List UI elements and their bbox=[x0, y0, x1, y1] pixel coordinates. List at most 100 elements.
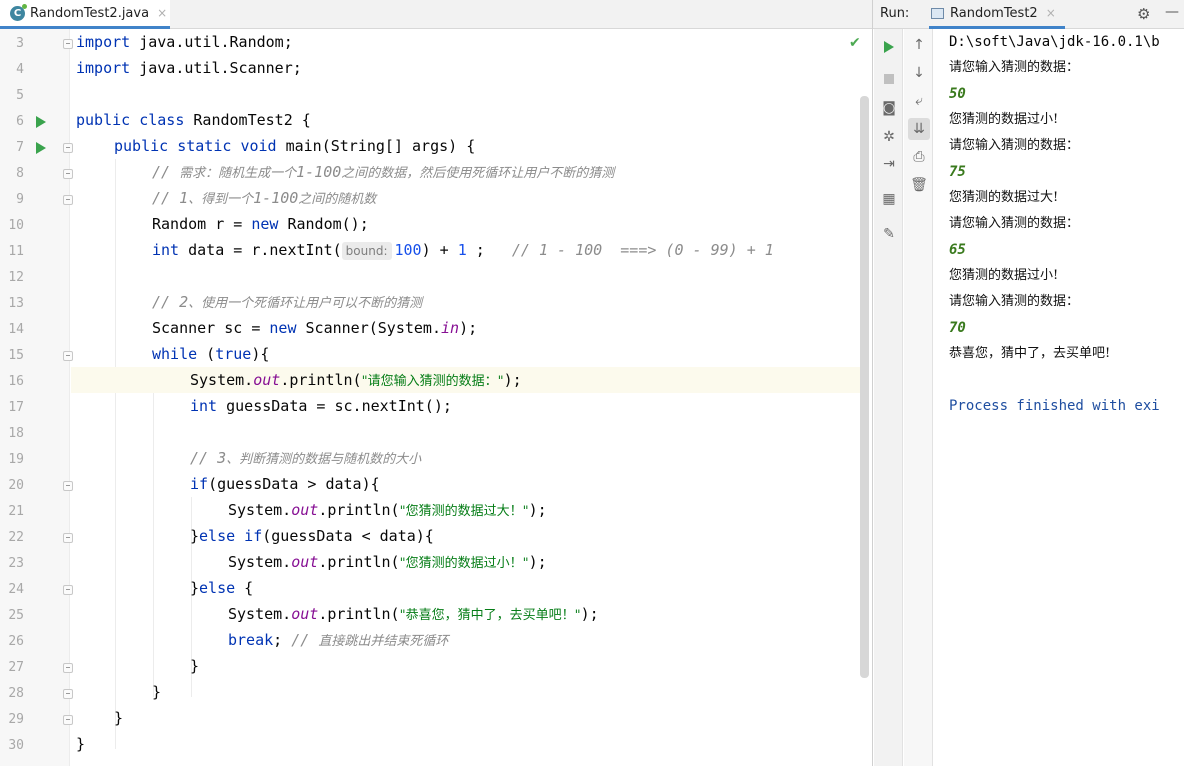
code-line-10: Random r = new Random(); bbox=[152, 215, 369, 233]
line-number-gutter[interactable]: 3 4 5 6 7 8 9 10 11 12 13 14 15 16 17 18 19 20 21 22 23 24 25 2… bbox=[0, 29, 73, 766]
code-line-11: int data = r.nextInt(bound: 100) + 1 ; //… bbox=[152, 241, 774, 260]
console-line-cn: 请您输入猜测的数据： bbox=[949, 294, 1080, 309]
inspection-ok-icon[interactable]: ✔ bbox=[849, 35, 861, 51]
play-icon bbox=[884, 41, 894, 53]
layout-button[interactable]: ▦ bbox=[878, 188, 900, 210]
editor-scrollbar[interactable] bbox=[860, 96, 869, 678]
console-line-cn: 请您输入猜测的数据： bbox=[949, 216, 1080, 231]
console-icon bbox=[931, 7, 944, 19]
line-number: 19 bbox=[8, 452, 24, 467]
stop-button[interactable] bbox=[878, 68, 900, 90]
file-tab-label: RandomTest2.java bbox=[30, 5, 150, 21]
scroll-to-end-button[interactable]: ⇊ bbox=[908, 118, 930, 140]
arrow-up-icon: ↑ bbox=[913, 37, 925, 53]
run-header: Run: RandomTest2 × ⚙ — bbox=[873, 0, 1184, 29]
parameter-hint: bound: bbox=[341, 242, 392, 260]
console-line-cn: 恭喜您，猜中了，去买单吧! bbox=[949, 346, 1111, 361]
line-number: 8 bbox=[16, 166, 24, 181]
scroll-to-end-icon: ⇊ bbox=[913, 121, 925, 137]
printer-icon: ⎙ bbox=[913, 149, 925, 165]
run-tab-randomtest2[interactable]: RandomTest2 × bbox=[929, 0, 1065, 29]
line-number: 6 bbox=[16, 114, 24, 129]
exit-button[interactable]: ⇥ bbox=[878, 153, 900, 175]
run-tab-label: RandomTest2 bbox=[950, 5, 1038, 21]
code-line-3: import java.util.Random; bbox=[76, 33, 293, 51]
console-line-finished: Process finished with exi bbox=[949, 398, 1160, 414]
line-number: 30 bbox=[8, 738, 24, 753]
line-number: 18 bbox=[8, 426, 24, 441]
line-number: 10 bbox=[8, 218, 24, 233]
print-button[interactable]: ⎙ bbox=[908, 146, 930, 168]
line-number: 13 bbox=[8, 296, 24, 311]
line-number: 28 bbox=[8, 686, 24, 701]
code-line-8: // 需求：随机生成一个1-100之间的数据，然后使用死循环让用户不断的猜测 bbox=[152, 163, 615, 181]
code-line-29: } bbox=[114, 709, 124, 727]
line-number: 17 bbox=[8, 400, 24, 415]
gear-icon[interactable]: ⚙ bbox=[1137, 5, 1150, 23]
run-gutter-icon[interactable] bbox=[36, 142, 46, 154]
scroll-up-button[interactable]: ↑ bbox=[908, 34, 930, 56]
code-line-15: while (true){ bbox=[152, 345, 270, 363]
run-toolbar-primary: ◙ ✲ ⇥ ▦ ✎ bbox=[874, 29, 903, 766]
line-number: 20 bbox=[8, 478, 24, 493]
line-number: 11 bbox=[8, 244, 24, 259]
layout-icon: ▦ bbox=[882, 191, 896, 207]
console-line-cn: 您猜测的数据过小! bbox=[949, 268, 1059, 283]
file-tab-randomtest2[interactable]: C RandomTest2.java × bbox=[0, 0, 170, 29]
camera-icon: ◙ bbox=[882, 100, 896, 116]
code-line-4: import java.util.Scanner; bbox=[76, 59, 302, 77]
console-line-cn: 您猜测的数据过小! bbox=[949, 112, 1059, 127]
arrow-down-icon: ↓ bbox=[913, 65, 925, 81]
pin-button[interactable]: ✎ bbox=[878, 223, 900, 245]
scroll-down-button[interactable]: ↓ bbox=[908, 62, 930, 84]
debug-button[interactable]: ✲ bbox=[878, 126, 900, 148]
soft-wrap-button[interactable]: ⤶ bbox=[908, 90, 930, 112]
line-number: 23 bbox=[8, 556, 24, 571]
camera-button[interactable]: ◙ bbox=[878, 97, 900, 119]
line-number: 26 bbox=[8, 634, 24, 649]
pin-icon: ✎ bbox=[883, 226, 895, 242]
console-line-cn: 请您输入猜测的数据： bbox=[949, 60, 1080, 75]
console-line-input: 75 bbox=[949, 164, 966, 180]
soft-wrap-icon: ⤶ bbox=[915, 93, 923, 109]
console-line-input: 70 bbox=[949, 320, 966, 336]
line-number: 9 bbox=[16, 192, 24, 207]
run-tool-window: Run: RandomTest2 × ⚙ — ◙ ✲ ⇥ ▦ ✎ ↑ ↓ ⤶ ⇊… bbox=[872, 0, 1184, 766]
console-output[interactable]: D:\soft\Java\jdk-16.0.1\b 请您输入猜测的数据： 50 您猜测… bbox=[947, 29, 1184, 766]
line-number: 4 bbox=[16, 62, 24, 77]
code-line-9: // 1、得到一个1-100之间的随机数 bbox=[152, 189, 377, 207]
code-area[interactable]: import java.util.Random; import java.uti… bbox=[71, 29, 869, 766]
code-line-16: System.out.println("请您输入猜测的数据："); bbox=[71, 367, 869, 393]
code-editor[interactable]: C RandomTest2.java × 3 4 5 6 7 8 9 10 11 12 13 14 15… bbox=[0, 0, 872, 766]
code-line-30: } bbox=[76, 735, 86, 753]
code-line-14: Scanner sc = new Scanner(System.in); bbox=[152, 319, 478, 337]
run-toolbar-secondary: ↑ ↓ ⤶ ⇊ ⎙ 🗑 bbox=[904, 29, 933, 766]
editor-tab-bar: C RandomTest2.java × bbox=[0, 0, 872, 29]
close-run-tab-icon[interactable]: × bbox=[1046, 6, 1056, 20]
console-line-cn: 请您输入猜测的数据： bbox=[949, 138, 1080, 153]
code-line-13: // 2、使用一个死循环让用户可以不断的猜测 bbox=[152, 293, 423, 311]
line-number: 24 bbox=[8, 582, 24, 597]
trash-icon: 🗑 bbox=[910, 177, 928, 193]
stop-icon bbox=[884, 74, 894, 84]
rerun-button[interactable] bbox=[878, 36, 900, 58]
line-number: 22 bbox=[8, 530, 24, 545]
bug-icon: ✲ bbox=[883, 129, 895, 145]
clear-console-button[interactable]: 🗑 bbox=[908, 174, 930, 196]
minimize-icon[interactable]: — bbox=[1165, 4, 1179, 20]
code-line-28: } bbox=[152, 683, 162, 701]
java-class-icon: C bbox=[10, 3, 27, 21]
console-line-cn: 您猜测的数据过大! bbox=[949, 190, 1059, 205]
close-tab-icon[interactable]: × bbox=[157, 6, 167, 20]
line-number: 5 bbox=[16, 88, 24, 103]
line-number: 25 bbox=[8, 608, 24, 623]
console-line-input: 50 bbox=[949, 86, 966, 102]
exit-icon: ⇥ bbox=[883, 156, 895, 172]
console-line-path: D:\soft\Java\jdk-16.0.1\b bbox=[949, 34, 1160, 50]
run-gutter-icon[interactable] bbox=[36, 116, 46, 128]
line-number: 15 bbox=[8, 348, 24, 363]
run-label: Run: bbox=[880, 6, 910, 21]
line-number: 14 bbox=[8, 322, 24, 337]
line-number: 7 bbox=[16, 140, 24, 155]
code-line-6: public class RandomTest2 { bbox=[76, 111, 311, 129]
